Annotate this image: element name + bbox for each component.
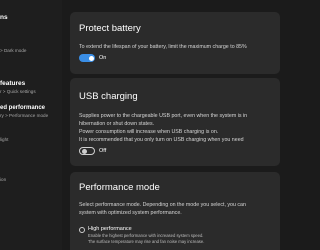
usb-charging-text-line-3: Power consumption will increase when USB…	[79, 129, 219, 135]
usb-charging-text-line-1: Supplies power to the chargeable USB por…	[79, 113, 248, 119]
performance-mode-text-line-2: system with optimized system performance…	[79, 210, 182, 216]
high-performance-label[interactable]: High performance	[88, 226, 132, 233]
sidebar-section-heading: ns	[0, 14, 8, 21]
sidebar-item-performance[interactable]: ed performance	[0, 105, 45, 111]
sidebar: ns > Dark mode features r > Quick settin…	[0, 0, 62, 250]
sidebar-item-performance-mode[interactable]: ry > Performance mode	[0, 113, 48, 119]
usb-charging-text-line-2: hibernation or shut down states.	[79, 121, 155, 127]
toggle-knob	[88, 55, 94, 61]
usb-charging-title: USB charging	[79, 91, 138, 102]
high-performance-radio[interactable]	[79, 227, 85, 233]
high-performance-desc-line-2: The surface temperature may rise and fan…	[88, 239, 205, 244]
protect-battery-title: Protect battery	[79, 23, 141, 34]
sidebar-item-light[interactable]: light	[0, 137, 8, 143]
protect-battery-description: To extend the lifespan of your battery, …	[79, 44, 247, 50]
usb-charging-card: USB charging Supplies power to the charg…	[70, 78, 280, 166]
performance-mode-title: Performance mode	[79, 182, 160, 193]
protect-battery-card: Protect battery To extend the lifespan o…	[70, 12, 280, 74]
protect-battery-toggle-label: On	[99, 55, 107, 61]
toggle-knob	[81, 148, 87, 154]
sidebar-section-features: features	[0, 80, 26, 87]
sidebar-item-quick-settings[interactable]: r > Quick settings	[0, 89, 36, 95]
sidebar-item-ion[interactable]: ion	[0, 177, 6, 183]
sidebar-item-dark-mode[interactable]: > Dark mode	[0, 48, 26, 54]
usb-charging-toggle[interactable]	[79, 147, 95, 155]
performance-mode-text-line-1: Select performance mode. Depending on th…	[79, 202, 246, 208]
protect-battery-toggle[interactable]	[79, 54, 95, 62]
usb-charging-text-line-4: It is recommended that you only turn on …	[79, 137, 244, 143]
settings-window: ns > Dark mode features r > Quick settin…	[0, 0, 280, 250]
performance-mode-card: Performance mode Select performance mode…	[70, 172, 280, 250]
usb-charging-toggle-label: Off	[99, 148, 107, 154]
